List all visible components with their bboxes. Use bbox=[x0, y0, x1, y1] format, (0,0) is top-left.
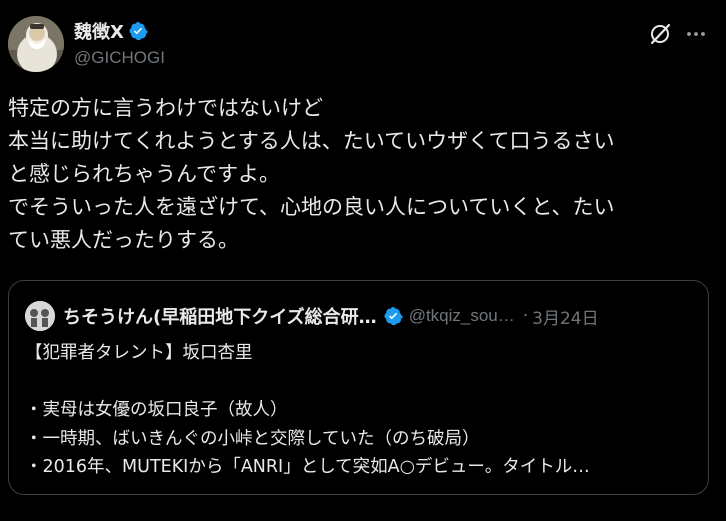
tweet-text: 特定の方に言うわけではないけど 本当に助けてくれようとする人は、たいていウザくて… bbox=[8, 92, 718, 257]
more-options-button[interactable] bbox=[682, 20, 710, 48]
quoted-tweet-card[interactable]: ちそうけん(早稲田地下クイズ総合研… @tkqiz_sou… · 3月24日 【… bbox=[8, 280, 709, 495]
quoted-date: 3月24日 bbox=[532, 308, 599, 329]
author-avatar[interactable] bbox=[8, 16, 64, 72]
tweet-text-line: てい悪人だったりする。 bbox=[8, 228, 239, 252]
avatar-image bbox=[8, 16, 64, 72]
quoted-tweet-header: ちそうけん(早稲田地下クイズ総合研… @tkqiz_sou… · 3月24日 bbox=[25, 301, 694, 331]
tweet-text-line: でそういった人を遠ざけて、心地の良い人についていくと、たい bbox=[8, 195, 615, 219]
quoted-text-line: ・実母は女優の坂口良子（故人） bbox=[25, 400, 288, 420]
more-horizontal-icon bbox=[687, 32, 705, 36]
author-block: 魏徴X @GICHOGI bbox=[74, 18, 165, 68]
grok-icon bbox=[650, 23, 671, 45]
quoted-separator: · bbox=[522, 306, 529, 326]
quoted-verified-badge-icon bbox=[384, 306, 403, 326]
quoted-tweet-text: 【犯罪者タレント】坂口杏里 ・実母は女優の坂口良子（故人） ・一時期、ばいきんぐ… bbox=[25, 339, 695, 482]
quoted-author-handle: @tkqiz_sou… bbox=[408, 306, 515, 325]
quoted-text-line: ・2016年、MUTEKIから「ANRI」として突如A○デビュー。タイトル… bbox=[25, 457, 590, 477]
verified-badge-icon[interactable] bbox=[128, 21, 148, 41]
tweet-text-line: と感じられちゃうんですよ。 bbox=[8, 162, 280, 186]
tweet-text-line: 特定の方に言うわけではないけど bbox=[8, 96, 323, 120]
quoted-author-avatar bbox=[25, 301, 55, 331]
quoted-text-line bbox=[25, 368, 695, 397]
tweet-text-line: 本当に助けてくれようとする人は、たいていウザくて口うるさい bbox=[8, 129, 615, 153]
author-handle[interactable]: @GICHOGI bbox=[74, 48, 165, 68]
tweet-header: 魏徴X @GICHOGI bbox=[8, 14, 718, 78]
quoted-text-line: ・一時期、ばいきんぐの小峠と交際していた（のち破局） bbox=[25, 428, 480, 449]
quoted-avatar-image bbox=[25, 301, 55, 331]
author-name-row: 魏徴X bbox=[74, 18, 165, 44]
grok-button[interactable] bbox=[646, 20, 674, 48]
quoted-author-display-name: ちそうけん(早稲田地下クイズ総合研… bbox=[63, 307, 377, 328]
quoted-text-line: 【犯罪者タレント】坂口杏里 bbox=[25, 343, 253, 363]
author-display-name[interactable]: 魏徴X bbox=[74, 18, 124, 44]
